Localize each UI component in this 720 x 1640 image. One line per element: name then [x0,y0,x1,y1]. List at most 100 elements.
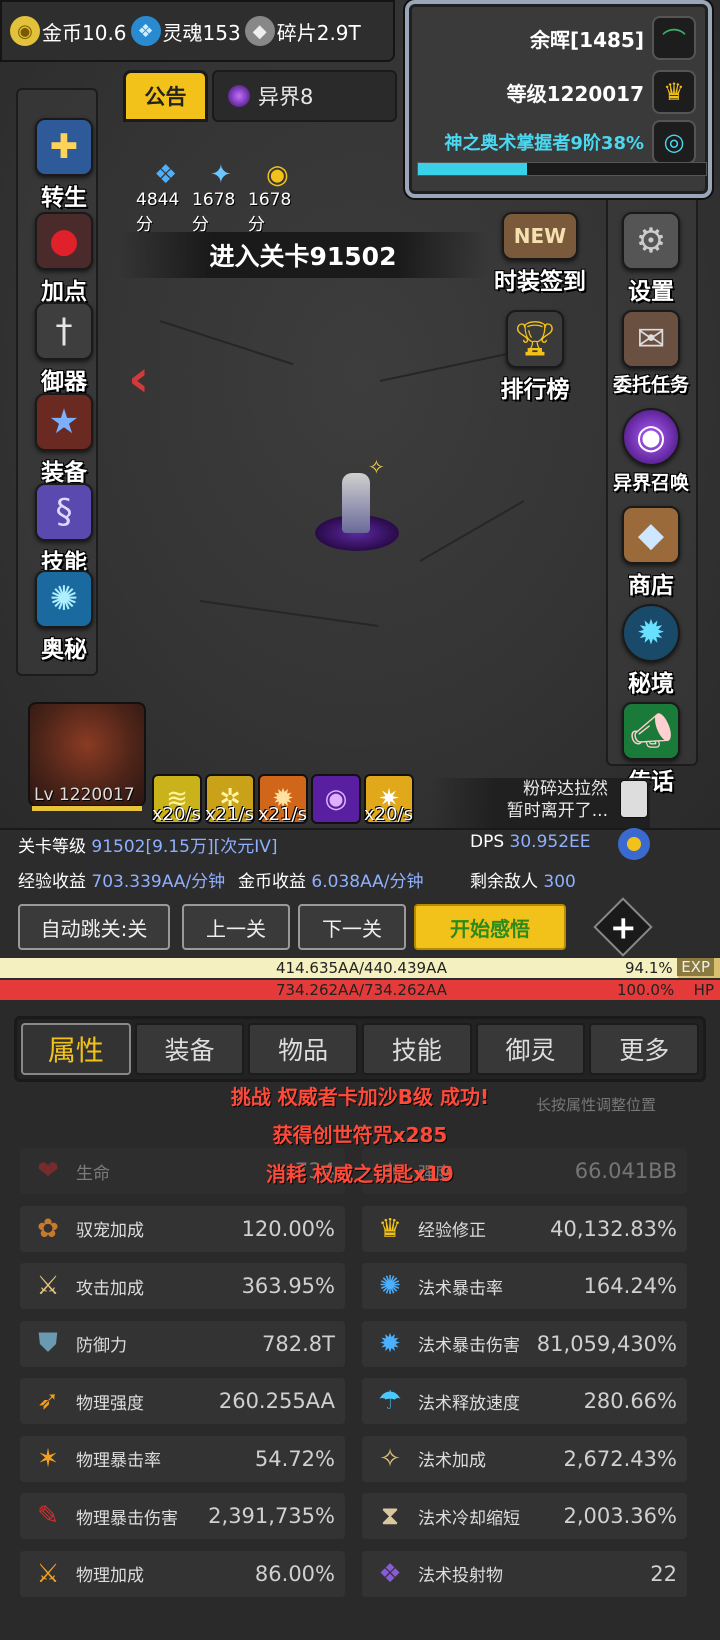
tab-attributes[interactable]: 属性 [21,1023,131,1075]
menu-skills[interactable]: § 技能 [19,483,109,577]
attribute-name: 物理暴击率 [76,1451,161,1471]
attribute-value: 40,132.83% [550,1216,677,1241]
start-comprehend-button[interactable]: 开始感悟 [414,904,566,950]
bleed-icon: ✎ [37,1501,59,1531]
gold-resource[interactable]: ◉ 金币10.6 [10,16,127,46]
tab-more[interactable]: 更多 [589,1023,700,1075]
attribute-row[interactable]: ✺ 法术暴击率 164.24% [362,1263,687,1309]
menu-label: 时装签到 [494,269,586,295]
attribute-row[interactable]: ☂ 法术释放速度 280.66% [362,1378,687,1424]
sword-plus-icon: ⚔ [36,1558,60,1589]
tab-skills[interactable]: 技能 [362,1023,472,1075]
buff-timer[interactable]: ❖ 4844分 [136,160,192,235]
fragment-resource[interactable]: ◆ 碎片2.9T [244,16,361,46]
attribute-row[interactable]: ⛊ 防御力 782.8T [20,1320,345,1367]
afterglow-icon[interactable]: ⌒ [652,16,696,60]
arcane-icon[interactable]: ◎ [652,120,696,164]
attribute-value: 2,391,735% [208,1504,335,1528]
tab-items[interactable]: 物品 [248,1023,359,1075]
menu-fashion-signin[interactable]: NEW 时装签到 [485,212,595,296]
skill-rate: x21/s [205,804,254,825]
attribute-row[interactable]: ✹ 法术暴击伤害 81,059,430% [362,1320,687,1367]
gear-icon: ⚙ [622,212,680,270]
tab-bar: 属性 装备 物品 技能 御灵 更多 [14,1016,706,1082]
menu-equipment[interactable]: ★ 装备 [19,393,109,487]
blue-wing-icon: ✦ [210,160,232,190]
tab-equipment[interactable]: 装备 [134,1023,245,1075]
blue-burst-icon: ✹ [379,1328,401,1359]
menu-secret-realm[interactable]: ✹ 秘境 [606,604,696,698]
npc-message[interactable]: 粉碎达拉然 暂时离开了... [430,778,650,828]
crown-icon[interactable]: ♛ [652,70,696,114]
gold-income-label: 金币收益 [238,872,306,892]
vortex-icon: ✺ [35,570,93,628]
collapse-arrow-icon[interactable]: ‹ [128,352,162,406]
menu-artifact[interactable]: † 御器 [19,302,109,396]
soul-icon: ❖ [130,16,161,46]
mushroom-icon: ☂ [378,1386,402,1416]
attribute-name: 法术暴击率 [418,1278,503,1299]
attribute-value: 120.00% [241,1216,335,1241]
attribute-name: 法术投射物 [418,1566,503,1586]
attribute-row[interactable]: ⚔ 攻击加成 363.95% [20,1263,345,1309]
npc-name: 粉碎达拉然 [523,779,608,799]
tab-spirits[interactable]: 御灵 [475,1023,586,1075]
attribute-row[interactable]: ✧ 法术加成 2,672.43% [362,1435,687,1482]
attribute-name: 物理强度 [76,1393,144,1414]
menu-label: 装备 [41,460,87,486]
attribute-value: 363.95% [241,1274,335,1298]
buff-timer[interactable]: ✦ 1678分 [192,160,248,235]
menu-label: 转生 [41,185,87,211]
trophy-icon: 🏆︎ [506,310,564,368]
attribute-name: 法术释放速度 [418,1393,520,1414]
dps-label: DPS [470,832,505,852]
otherworld-button[interactable]: 异界8 [212,70,397,122]
menu-quests[interactable]: ✉ 委托任务 [606,310,696,397]
attribute-name: 物理暴击伤害 [76,1508,178,1529]
paw-icon: ✿ [37,1213,59,1244]
hp-bar-text: 734.262AA/734.262AA [276,981,447,999]
projectile-icon: ❖ [378,1558,402,1589]
attribute-row[interactable]: ✿ 驭宠加成 120.00% [20,1205,345,1252]
attribute-name: 法术加成 [418,1451,486,1471]
hourglass-icon: ⧗ [380,1500,400,1531]
menu-label: 奥秘 [41,637,87,663]
attribute-row[interactable]: ⚔ 物理加成 86.00% [20,1550,345,1597]
notice-button[interactable]: 公告 [123,70,208,122]
battle-message: 挑战 权威者卡加沙B级 成功! [230,1085,490,1109]
soul-resource[interactable]: ❖ 灵魂153 [130,16,241,46]
menu-rebirth[interactable]: ✚ 转生 [19,118,109,212]
attribute-row[interactable]: ♛ 经验修正 40,132.83% [362,1205,687,1252]
dps-value: 30.952EE [509,832,591,852]
title-progress-text: 神之奥术掌握者9阶38% [444,133,644,154]
npc-avatar [620,780,648,818]
menu-otherworld-summon[interactable]: ◉ 异界召唤 [606,408,696,495]
skill-rate: x20/s [364,804,413,825]
attribute-row[interactable]: ❖ 法术投射物 22 [362,1550,687,1597]
menu-settings[interactable]: ⚙ 设置 [606,212,696,306]
menu-label: 委托任务 [612,374,689,396]
gold-income-value: 6.038AA/分钟 [311,872,424,892]
planet-icon[interactable] [618,828,650,860]
attribute-row[interactable]: ➶ 物理强度 260.255AA [20,1378,345,1424]
skill-slot[interactable]: ◉ [311,774,361,824]
boss-portrait[interactable]: Lv 1220017 [28,702,146,811]
next-stage-button[interactable]: 下一关 [298,904,406,950]
enemies-left-label: 剩余敌人 [470,872,538,892]
attribute-row[interactable]: ✶ 物理暴击率 54.72% [20,1435,345,1482]
gold-value: 金币10.6 [42,20,127,45]
menu-add-points[interactable]: ● 加点 [19,212,109,306]
buff-timer[interactable]: ◉ 1678分 [248,160,304,235]
enemies-left-value: 300 [543,872,576,892]
prev-stage-button[interactable]: 上一关 [182,904,290,950]
auto-skip-button[interactable]: 自动跳关:关 [18,904,170,950]
menu-ranking[interactable]: 🏆︎ 排行榜 [490,310,580,404]
menu-arcana[interactable]: ✺ 奥秘 [19,570,109,664]
attribute-row[interactable]: ✎ 物理暴击伤害 2,391,735% [20,1493,345,1539]
magic-plus-icon: ✧ [379,1443,401,1474]
attribute-row[interactable]: ⧗ 法术冷却缩短 2,003.36% [362,1493,687,1539]
exp-income-value: 703.339AA/分钟 [91,872,226,892]
menu-shop[interactable]: ◆ 商店 [606,506,696,600]
dagger-icon: ➶ [37,1386,59,1416]
timer-value: 4844分 [136,190,180,235]
